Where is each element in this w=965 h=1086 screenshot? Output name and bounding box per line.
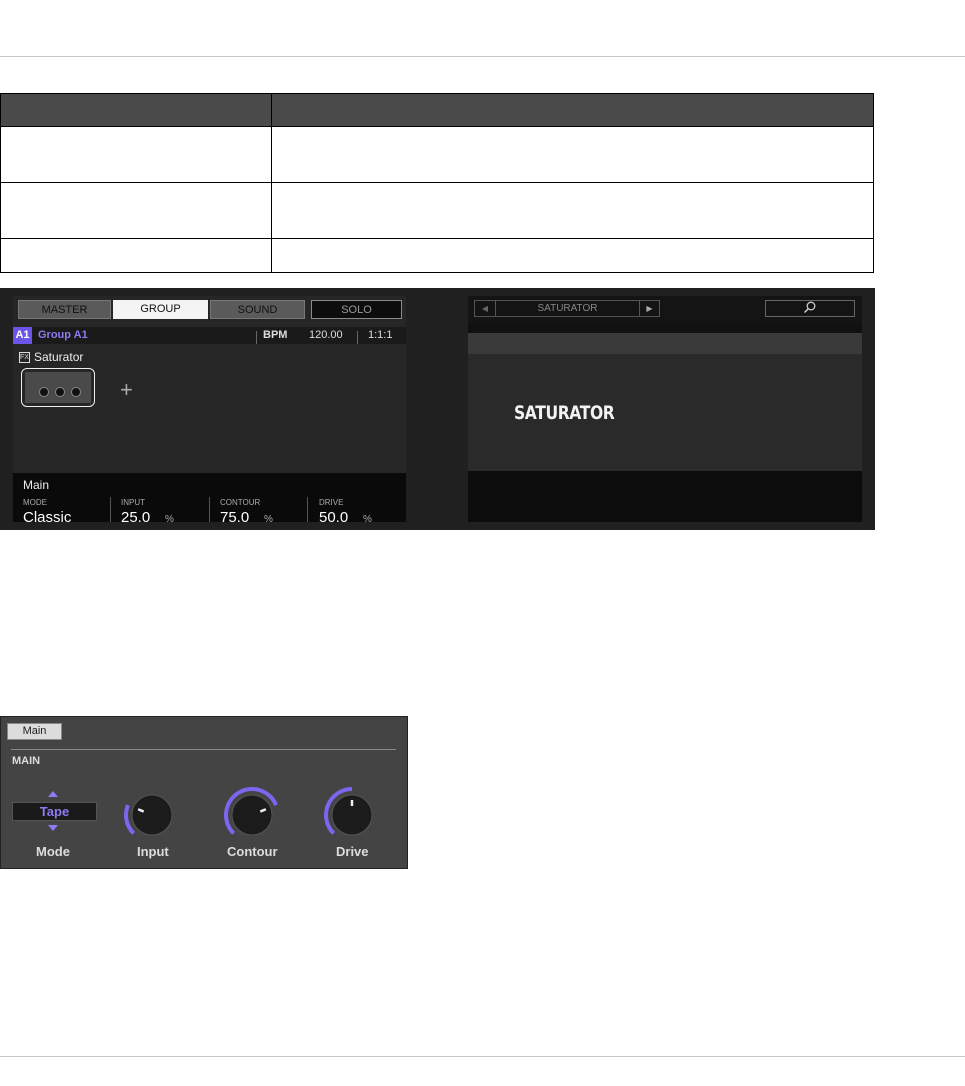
song-position: 1:1:1 bbox=[368, 329, 393, 341]
param-unit: % bbox=[363, 514, 372, 525]
preset-navigator: ◀ SATURATOR ▶ bbox=[474, 300, 660, 317]
divider bbox=[209, 497, 210, 522]
param-value: 25.0 bbox=[121, 509, 151, 526]
group-bar: A1 Group A1 BPM 120.00 1:1:1 bbox=[13, 327, 406, 344]
table-cell bbox=[271, 126, 874, 183]
table-cell bbox=[0, 126, 272, 183]
divider bbox=[11, 749, 396, 750]
hardware-screens: MASTER GROUP SOUND SOLO A1 Group A1 BPM … bbox=[0, 288, 875, 530]
right-display: ◀ SATURATOR ▶ SATURATOR bbox=[468, 296, 862, 522]
parameter-table bbox=[0, 93, 874, 273]
param-label: INPUT bbox=[121, 498, 145, 507]
knob-body bbox=[231, 794, 273, 836]
param-input: INPUT 25.0 % bbox=[121, 495, 206, 526]
mode-label: Mode bbox=[36, 844, 70, 859]
add-plugin-icon[interactable]: + bbox=[120, 379, 133, 401]
bpm-label: BPM bbox=[263, 329, 288, 341]
param-drive: DRIVE 50.0 % bbox=[319, 495, 404, 526]
parameter-strip: Main MODE Classic INPUT 25.0 % CONTOUR 7… bbox=[13, 473, 406, 526]
focus-tabs: MASTER GROUP SOUND SOLO bbox=[18, 300, 404, 319]
tab-group[interactable]: GROUP bbox=[113, 300, 208, 319]
param-value: Classic bbox=[23, 509, 72, 526]
table-row bbox=[0, 238, 874, 273]
left-display: MASTER GROUP SOUND SOLO A1 Group A1 BPM … bbox=[13, 296, 406, 526]
plugin-name: Saturator bbox=[34, 350, 84, 364]
section-heading: MAIN bbox=[12, 755, 41, 767]
display-footer bbox=[468, 471, 862, 522]
header-rule bbox=[0, 56, 965, 57]
table-cell bbox=[271, 182, 874, 239]
divider bbox=[256, 331, 257, 344]
plugin-panel: Main MAIN Tape Mode Input Contour Drive bbox=[0, 716, 408, 869]
param-unit: % bbox=[264, 514, 273, 525]
table-header-cell bbox=[271, 93, 874, 127]
mode-down-arrow-icon[interactable] bbox=[48, 825, 58, 831]
solo-button[interactable]: SOLO bbox=[311, 300, 402, 319]
preset-title: SATURATOR bbox=[537, 303, 598, 314]
display-strip bbox=[468, 333, 862, 354]
input-knob[interactable] bbox=[122, 785, 182, 845]
table-cell bbox=[0, 238, 272, 273]
divider bbox=[357, 331, 358, 344]
divider bbox=[110, 497, 111, 522]
param-value: 50.0 bbox=[319, 509, 349, 526]
table-header-cell bbox=[0, 93, 272, 127]
search-button[interactable] bbox=[765, 300, 855, 317]
param-contour: CONTOUR 75.0 % bbox=[220, 495, 305, 526]
drive-knob[interactable] bbox=[322, 785, 382, 845]
plugin-thumbnail bbox=[25, 372, 91, 403]
table-row bbox=[0, 182, 874, 239]
mode-selector[interactable]: Tape bbox=[12, 802, 97, 821]
mini-knob-icon bbox=[39, 387, 49, 397]
divider bbox=[307, 497, 308, 522]
prev-arrow-icon[interactable]: ◀ bbox=[475, 301, 496, 316]
plugin-display-name: SATURATOR bbox=[514, 402, 615, 424]
param-mode: MODE Classic bbox=[23, 495, 108, 526]
page-name: Main bbox=[23, 478, 50, 492]
tab-sound[interactable]: SOUND bbox=[210, 300, 305, 319]
plugin-title: FX Saturator bbox=[19, 350, 83, 364]
next-arrow-icon[interactable]: ▶ bbox=[639, 301, 659, 316]
tab-main[interactable]: Main bbox=[7, 723, 62, 740]
footer-rule bbox=[0, 1056, 965, 1057]
bpm-value: 120.00 bbox=[309, 329, 343, 341]
table-row bbox=[0, 126, 874, 183]
plugin-display: SATURATOR bbox=[468, 354, 862, 471]
drive-label: Drive bbox=[336, 844, 369, 859]
param-unit: % bbox=[165, 514, 174, 525]
search-icon bbox=[803, 301, 816, 314]
table-header-row bbox=[0, 93, 874, 127]
fx-icon: FX bbox=[19, 351, 30, 363]
mode-up-arrow-icon[interactable] bbox=[48, 791, 58, 797]
param-label: CONTOUR bbox=[220, 498, 261, 507]
param-label: DRIVE bbox=[319, 498, 344, 507]
group-badge: A1 bbox=[13, 327, 32, 344]
tab-master[interactable]: MASTER bbox=[18, 300, 111, 319]
input-label: Input bbox=[137, 844, 169, 859]
mini-knob-icon bbox=[71, 387, 81, 397]
mini-knob-icon bbox=[55, 387, 65, 397]
table-cell bbox=[271, 238, 874, 273]
knob-body bbox=[131, 794, 173, 836]
table-cell bbox=[0, 182, 272, 239]
preset-header: ◀ SATURATOR ▶ bbox=[468, 296, 862, 323]
group-name: Group A1 bbox=[38, 329, 88, 341]
plugin-slot[interactable] bbox=[21, 368, 95, 407]
contour-label: Contour bbox=[227, 844, 278, 859]
param-value: 75.0 bbox=[220, 509, 250, 526]
contour-knob[interactable] bbox=[222, 785, 282, 845]
param-label: MODE bbox=[23, 498, 47, 507]
